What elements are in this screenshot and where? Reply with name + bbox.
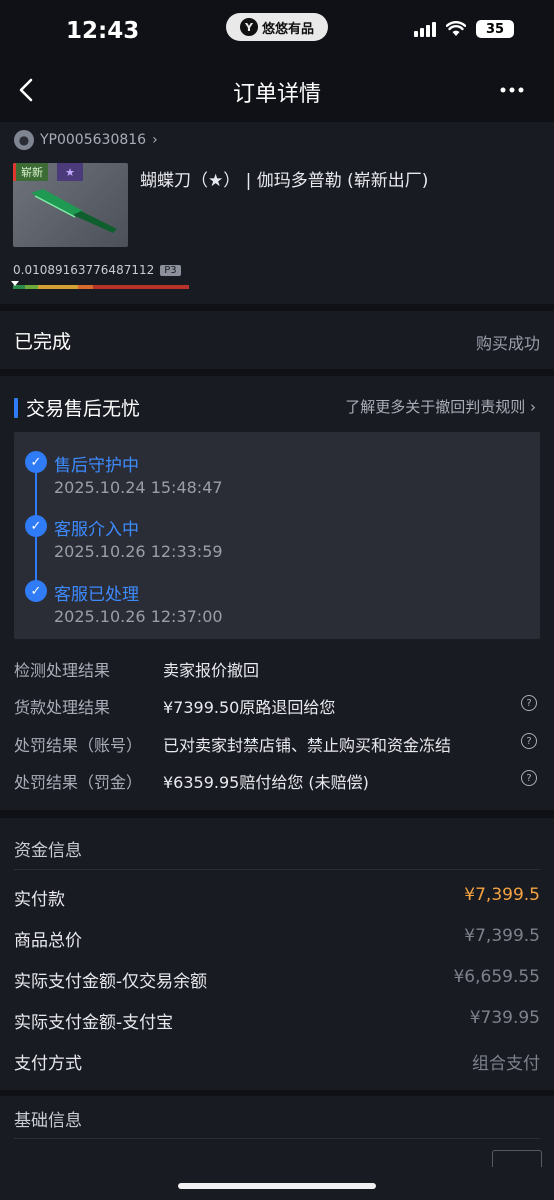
help-icon[interactable]: ? <box>521 695 537 711</box>
result-label: 检测处理结果 <box>14 661 111 680</box>
app-pill-label: 悠悠有品 <box>261 21 314 37</box>
section-accent-bar <box>14 397 18 418</box>
timeline-step-time: 2025.10.26 12:33:59 <box>54 542 223 561</box>
page-title: 订单详情 <box>232 82 321 107</box>
timeline-step-time: 2025.10.26 12:37:00 <box>54 607 223 626</box>
order-status-card: 已完成 购买成功 <box>0 311 554 369</box>
timeline-step-title: 售后守护中 <box>54 456 139 476</box>
timeline-step-title: 客服已处理 <box>54 585 139 605</box>
fund-row: 实际支付金额-仅交易余额 ¥6,659.55 <box>14 967 540 997</box>
chevron-right-icon: › <box>152 132 158 148</box>
learn-more-link[interactable]: 了解更多关于撤回判责规则 › <box>345 396 536 417</box>
wifi-icon <box>446 21 466 36</box>
result-value: ¥6359.95赔付给您 (未赔偿) <box>163 773 369 792</box>
seller-id: YP0005630816 <box>40 132 147 148</box>
result-label: 处罚结果（账号） <box>14 736 143 755</box>
fund-label: 支付方式 <box>14 1054 82 1074</box>
copy-button[interactable] <box>492 1150 542 1167</box>
help-icon[interactable]: ? <box>521 733 537 749</box>
check-icon: ✓ <box>25 580 47 602</box>
more-button[interactable] <box>500 70 524 116</box>
timeline: ✓ 售后守护中 2025.10.24 15:48:47 ✓ 客服介入中 2025… <box>14 432 540 639</box>
item-card: ● YP0005630816 › 崭新 ★ 蝴蝶刀（★） | 伽玛多普勒 (崭新… <box>0 122 554 304</box>
wear-tag: 崭新 <box>13 163 48 181</box>
fund-value: ¥6,659.55 <box>453 967 540 987</box>
result-value: 已对卖家封禁店铺、禁止购买和资金冻结 <box>163 736 452 755</box>
basic-info-title: 基础信息 <box>14 1111 82 1131</box>
fund-value: ¥7,399.5 <box>464 885 540 905</box>
result-label: 处罚结果（罚金） <box>14 773 143 792</box>
result-row: 处罚结果（账号） 已对卖家封禁店铺、禁止购买和资金冻结 ? <box>14 732 540 762</box>
seller-link[interactable]: ● YP0005630816 › <box>14 130 158 150</box>
result-row: 货款处理结果 ¥7399.50原路退回给您 ? <box>14 694 540 724</box>
order-state: 已完成 <box>14 331 72 353</box>
app-logo-icon: Y <box>239 18 258 36</box>
timeline-step-time: 2025.10.24 15:48:47 <box>54 478 223 497</box>
fund-value: ¥7,399.5 <box>464 926 540 946</box>
timeline-step-title: 客服介入中 <box>54 520 139 540</box>
after-sales-header: 交易售后无忧 <box>14 394 140 421</box>
fund-value: 组合支付 <box>472 1054 540 1074</box>
fund-row: 支付方式 组合支付 <box>14 1049 540 1079</box>
order-result: 购买成功 <box>475 334 540 353</box>
app-pill[interactable]: Y 悠悠有品 <box>226 13 328 41</box>
seller-avatar-icon: ● <box>14 130 34 150</box>
more-dots-icon <box>500 87 524 93</box>
item-name: 蝴蝶刀（★） | 伽玛多普勒 (崭新出厂) <box>140 171 429 191</box>
after-sales-card: 交易售后无忧 了解更多关于撤回判责规则 › ✓ 售后守护中 2025.10.24… <box>0 376 554 810</box>
result-label: 货款处理结果 <box>14 698 111 717</box>
help-icon[interactable]: ? <box>521 770 537 786</box>
wear-marker <box>10 281 19 286</box>
system-icons: 35 <box>414 20 514 38</box>
battery-icon: 35 <box>476 20 514 38</box>
clock: 12:43 <box>66 18 140 44</box>
check-icon: ✓ <box>25 515 47 537</box>
learn-more-label: 了解更多关于撤回判责规则 <box>345 398 526 416</box>
divider <box>14 1138 540 1139</box>
fund-label: 实际支付金额-支付宝 <box>14 1013 174 1033</box>
check-icon: ✓ <box>25 451 47 473</box>
result-row: 处罚结果（罚金） ¥6359.95赔付给您 (未赔偿) ? <box>14 769 540 799</box>
wear-bar <box>13 285 189 289</box>
signal-icon <box>414 21 436 37</box>
float-row: 0.01089163776487112 P3 <box>13 263 181 277</box>
fund-label: 实付款 <box>14 890 65 910</box>
fund-row: 实际支付金额-支付宝 ¥739.95 <box>14 1008 540 1038</box>
fund-label: 商品总价 <box>14 931 82 951</box>
result-row: 检测处理结果 卖家报价撤回 <box>14 657 540 687</box>
divider <box>14 869 540 870</box>
result-value: ¥7399.50原路退回给您 <box>163 698 336 717</box>
funds-card: 资金信息 实付款 ¥7,399.5 商品总价 ¥7,399.5 实际支付金额-仅… <box>0 818 554 1090</box>
home-indicator[interactable] <box>178 1183 376 1189</box>
fund-row: 实付款 ¥7,399.5 <box>14 885 540 915</box>
status-bar: 12:43 Y 悠悠有品 35 <box>0 0 554 64</box>
fund-value: ¥739.95 <box>469 1008 540 1028</box>
result-value: 卖家报价撤回 <box>163 661 260 680</box>
item-thumbnail[interactable]: 崭新 ★ <box>13 163 128 247</box>
after-sales-title: 交易售后无忧 <box>26 398 141 420</box>
float-value: 0.01089163776487112 <box>13 263 155 277</box>
star-tag: ★ <box>57 163 83 181</box>
fund-row: 商品总价 ¥7,399.5 <box>14 926 540 956</box>
chevron-right-icon: › <box>530 398 536 416</box>
fund-label: 实际支付金额-仅交易余额 <box>14 972 208 992</box>
nav-bar: 订单详情 <box>0 64 554 116</box>
funds-title: 资金信息 <box>14 841 82 861</box>
phase-tag: P3 <box>160 264 181 276</box>
